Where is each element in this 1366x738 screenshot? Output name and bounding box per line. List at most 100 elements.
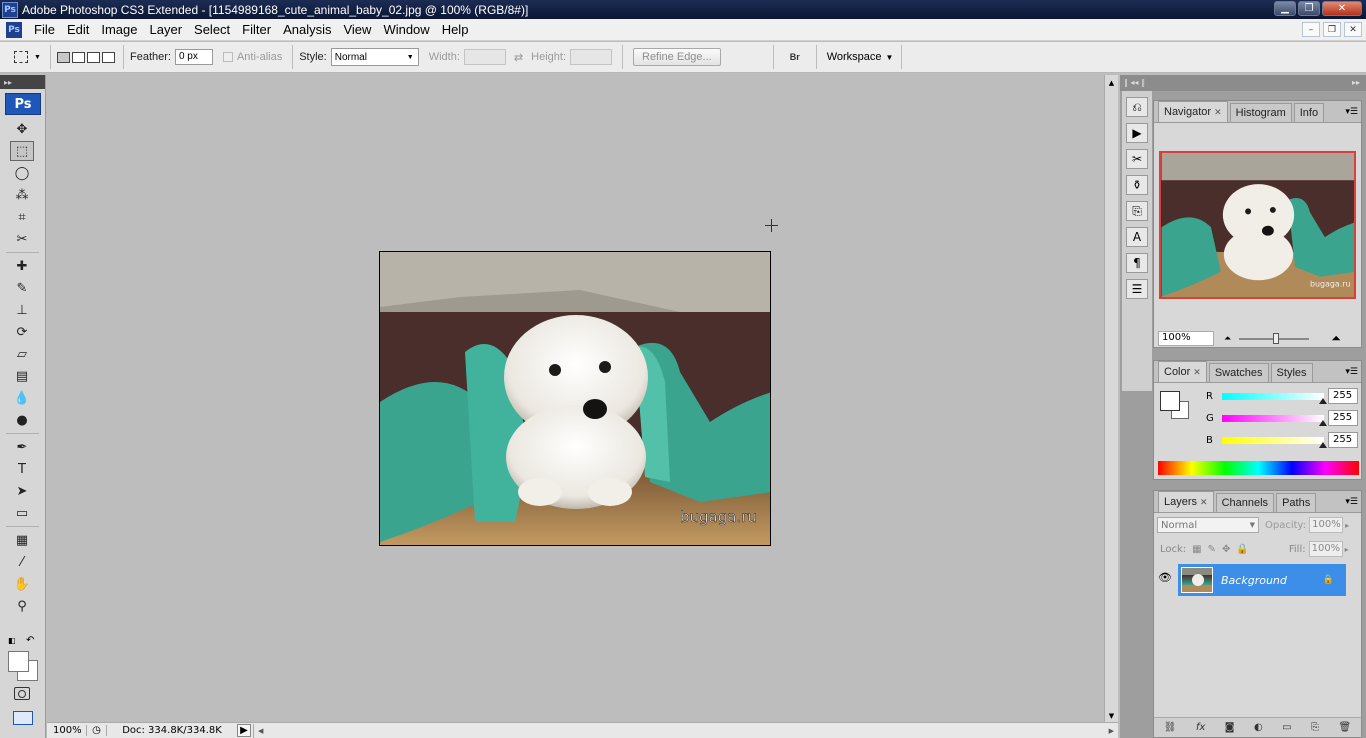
type-tool-icon[interactable]: T: [10, 459, 34, 479]
panel-menu-icon[interactable]: ▾☰: [1345, 497, 1358, 507]
history-brush-tool-icon[interactable]: ⟳: [10, 322, 34, 342]
layer-visibility-eye-icon[interactable]: 👁: [1158, 571, 1172, 584]
vertical-scrollbar[interactable]: ▲ ▼: [1104, 75, 1118, 722]
layer-comps-icon[interactable]: ☰: [1126, 279, 1148, 299]
workspace-menu[interactable]: Workspace ▼: [827, 51, 894, 63]
adjustment-layer-icon[interactable]: ◐: [1254, 722, 1263, 733]
menu-image[interactable]: Image: [95, 22, 143, 37]
tab-styles[interactable]: Styles: [1270, 363, 1313, 382]
fill-input[interactable]: 100%: [1308, 541, 1343, 557]
lasso-tool-icon[interactable]: ◯: [10, 163, 34, 183]
dodge-tool-icon[interactable]: ●: [10, 410, 34, 430]
menu-layer[interactable]: Layer: [144, 22, 189, 37]
channel-value-input[interactable]: 255: [1328, 410, 1358, 426]
opacity-arrow-icon[interactable]: ▸: [1345, 521, 1349, 530]
quick-mask-icon[interactable]: [14, 687, 30, 700]
tab-navigator[interactable]: Navigator ✕: [1158, 101, 1228, 122]
hand-tool-icon[interactable]: ✋: [10, 574, 34, 594]
character-icon[interactable]: A: [1126, 227, 1148, 247]
channel-value-input[interactable]: 255: [1328, 388, 1358, 404]
path-selection-tool-icon[interactable]: ➤: [10, 481, 34, 501]
channel-slider[interactable]: [1222, 392, 1327, 404]
channel-slider[interactable]: [1222, 436, 1327, 448]
tab-layers[interactable]: Layers ✕: [1158, 491, 1214, 512]
foreground-color-swatch[interactable]: [8, 651, 29, 672]
healing-brush-tool-icon[interactable]: ✚: [10, 256, 34, 276]
layer-row-background[interactable]: Background 🔒: [1178, 564, 1346, 596]
channel-value-input[interactable]: 255: [1328, 432, 1358, 448]
eyedropper-tool-icon[interactable]: ⁄: [10, 552, 34, 572]
blend-mode-select[interactable]: Normal ▼: [1157, 517, 1259, 533]
brush-tool-icon[interactable]: ✎: [10, 278, 34, 298]
actions-icon[interactable]: ▶: [1126, 123, 1148, 143]
scroll-left-icon[interactable]: ◀: [258, 727, 263, 735]
slider-thumb[interactable]: [1273, 332, 1280, 344]
slider-thumb[interactable]: [1319, 419, 1327, 426]
horizontal-scrollbar[interactable]: ◀ ▶: [253, 723, 1118, 738]
new-layer-icon[interactable]: ⎘: [1311, 722, 1319, 733]
menu-select[interactable]: Select: [188, 22, 236, 37]
bridge-icon[interactable]: Br: [784, 48, 806, 66]
restore-button[interactable]: ❐: [1298, 1, 1320, 16]
menu-window[interactable]: Window: [377, 22, 435, 37]
opacity-input[interactable]: 100%: [1309, 517, 1344, 533]
panel-grip[interactable]: ▸▸: [0, 75, 45, 89]
navigator-zoom-slider[interactable]: [1239, 332, 1310, 344]
link-layers-icon[interactable]: ⛓: [1164, 722, 1177, 733]
subtract-selection-icon[interactable]: [87, 51, 100, 63]
dock-grip[interactable]: ‖ ◂◂ ‖ ▸▸: [1120, 75, 1366, 91]
intersect-selection-icon[interactable]: [102, 51, 115, 63]
magic-wand-tool-icon[interactable]: ⁂: [10, 185, 34, 205]
eraser-tool-icon[interactable]: ▱: [10, 344, 34, 364]
shape-tool-icon[interactable]: ▭: [10, 503, 34, 523]
blur-tool-icon[interactable]: 💧: [10, 388, 34, 408]
history-icon[interactable]: ⎌: [1126, 97, 1148, 117]
scroll-right-icon[interactable]: ▶: [1109, 727, 1114, 735]
zoom-in-icon[interactable]: ⏶: [1331, 331, 1341, 346]
antialias-checkbox[interactable]: [222, 52, 233, 62]
pen-tool-icon[interactable]: ✒: [10, 437, 34, 457]
tab-swatches[interactable]: Swatches: [1208, 363, 1269, 382]
width-input[interactable]: [463, 49, 506, 65]
navigator-zoom-input[interactable]: 100%: [1158, 331, 1214, 346]
height-input[interactable]: [570, 49, 612, 65]
slider-thumb[interactable]: [1319, 441, 1327, 448]
close-icon[interactable]: ✕: [1193, 367, 1201, 378]
default-colors-icon[interactable]: ◧: [8, 636, 18, 646]
menu-help[interactable]: Help: [436, 22, 475, 37]
document-image[interactable]: bugaga.ru: [379, 251, 771, 546]
status-menu-icon[interactable]: ▶: [237, 724, 251, 737]
close-icon[interactable]: ✕: [1200, 497, 1208, 508]
fill-arrow-icon[interactable]: ▸: [1345, 545, 1349, 554]
tab-paths[interactable]: Paths: [1276, 493, 1317, 512]
color-ramp[interactable]: [1158, 461, 1359, 475]
slice-tool-icon[interactable]: ✂: [10, 229, 34, 249]
channel-slider[interactable]: [1222, 414, 1327, 426]
add-selection-icon[interactable]: [72, 51, 85, 63]
tab-channels[interactable]: Channels: [1215, 493, 1275, 512]
crop-tool-icon[interactable]: ⌗: [10, 207, 34, 227]
marquee-tool-icon[interactable]: ⬚: [10, 141, 34, 161]
lock-image-icon[interactable]: ✎: [1208, 544, 1216, 555]
delete-layer-icon[interactable]: 🗑: [1338, 722, 1351, 733]
navigator-thumbnail[interactable]: bugaga.ru: [1159, 151, 1356, 299]
paragraph-icon[interactable]: ¶: [1126, 253, 1148, 273]
lock-transparency-icon[interactable]: ▦: [1192, 544, 1201, 555]
slider-thumb[interactable]: [1319, 397, 1327, 404]
scroll-down-icon[interactable]: ▼: [1105, 712, 1118, 720]
new-group-icon[interactable]: ▭: [1282, 722, 1291, 733]
tab-color[interactable]: Color ✕: [1158, 361, 1207, 382]
swap-icon[interactable]: ⇄: [514, 51, 523, 64]
move-tool-icon[interactable]: ✥: [10, 119, 34, 139]
menu-view[interactable]: View: [337, 22, 377, 37]
zoom-level[interactable]: 100%: [47, 725, 87, 736]
menu-file[interactable]: File: [28, 22, 61, 37]
tool-preset-picker[interactable]: ▼: [4, 51, 44, 63]
brushes-icon[interactable]: ⚱: [1126, 175, 1148, 195]
status-info-icon[interactable]: ◷: [87, 725, 107, 736]
swap-colors-icon[interactable]: ↶: [26, 635, 34, 646]
close-icon[interactable]: ✕: [1214, 107, 1222, 118]
panel-menu-icon[interactable]: ▾☰: [1345, 107, 1358, 117]
photoshop-logo[interactable]: Ps: [5, 93, 41, 115]
tab-histogram[interactable]: Histogram: [1229, 103, 1292, 122]
